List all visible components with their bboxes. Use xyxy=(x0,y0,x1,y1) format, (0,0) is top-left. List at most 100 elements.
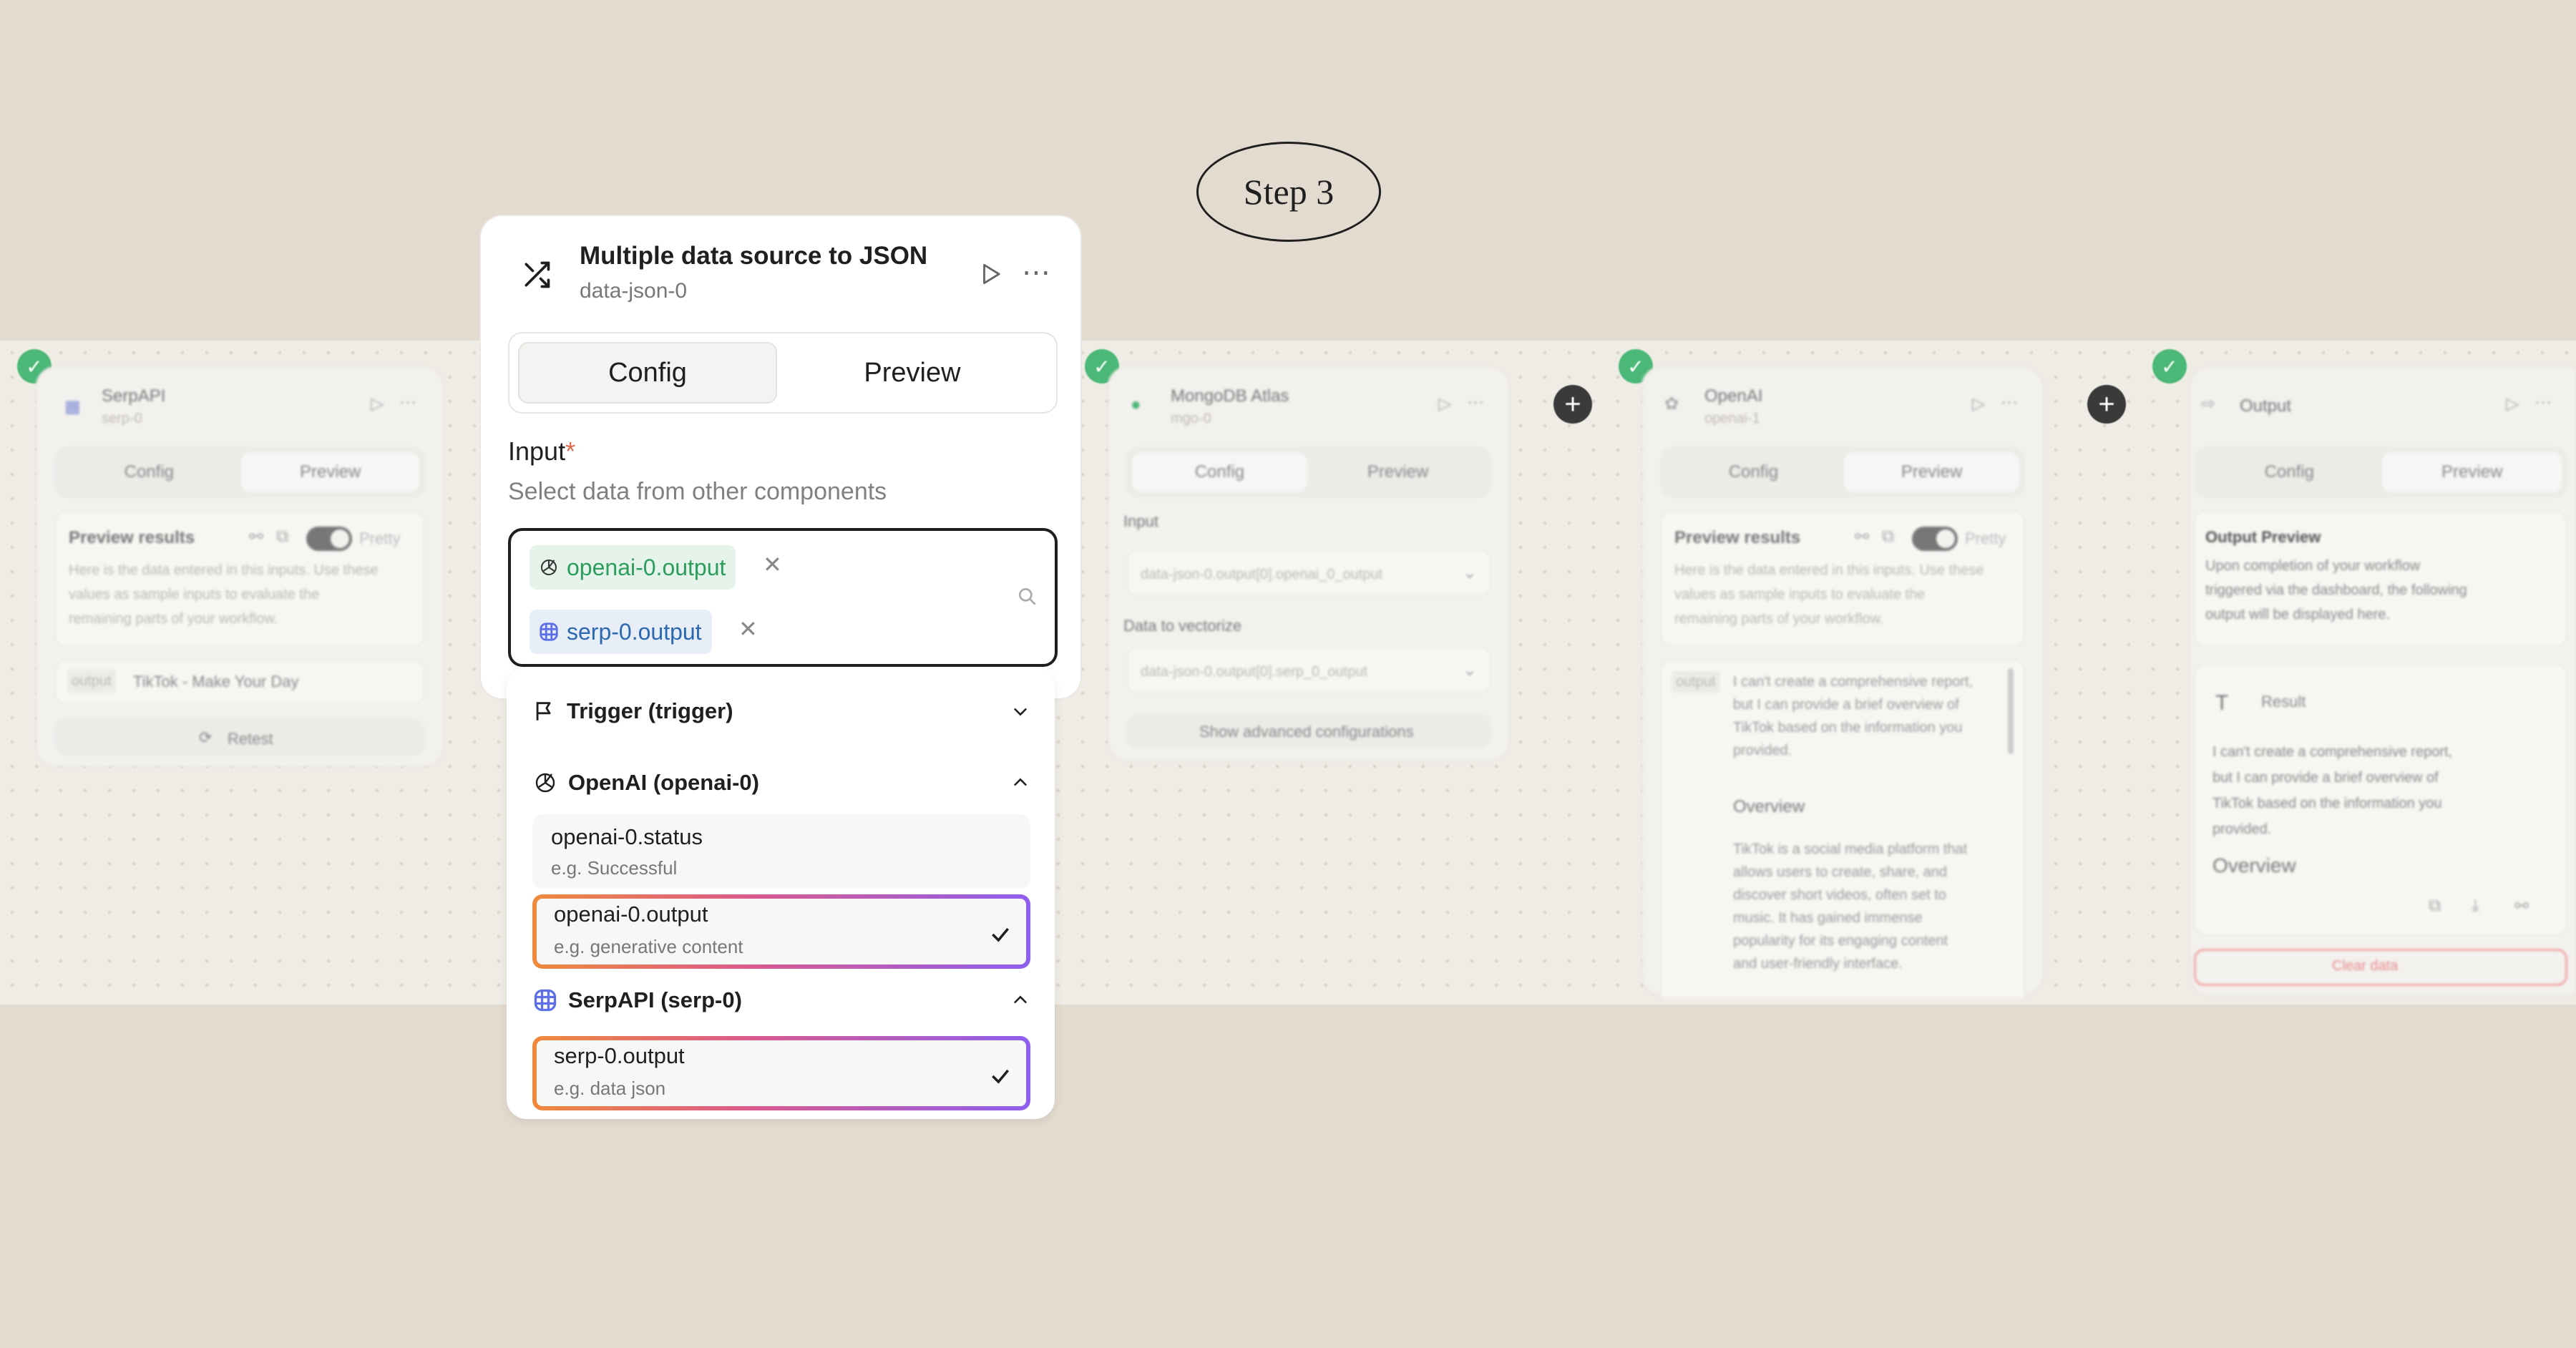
output-node[interactable]: ⇨ Output ▷ ⋯ Config Preview Output Previ… xyxy=(2190,366,2576,996)
remove-chip-icon[interactable]: ✕ xyxy=(738,615,758,643)
result-line: provided. xyxy=(2212,821,2272,837)
chevron-down-icon: ⌄ xyxy=(1462,660,1477,680)
tab-config[interactable]: Config xyxy=(60,452,238,492)
flag-icon xyxy=(532,699,557,723)
tab-config[interactable]: Config xyxy=(1666,452,1841,492)
node-id: serp-0 xyxy=(102,411,142,426)
input-value: data-json-0.output[0].openai_0_output xyxy=(1141,567,1383,582)
group-openai[interactable]: OpenAI (openai-0) xyxy=(532,761,759,804)
shuffle-icon xyxy=(525,261,550,288)
copy-icon[interactable]: ⧉ xyxy=(2429,896,2441,916)
play-icon[interactable] xyxy=(977,260,1005,288)
tab-config[interactable]: Config xyxy=(518,342,777,404)
group-trigger[interactable]: Trigger (trigger) xyxy=(532,690,733,733)
add-node-button[interactable]: + xyxy=(2087,385,2126,424)
more-icon[interactable]: ⋯ xyxy=(399,392,416,413)
pretty-label: Pretty xyxy=(359,529,401,547)
pretty-toggle[interactable] xyxy=(1912,527,1958,551)
group-serpapi[interactable]: SerpAPI (serp-0) xyxy=(532,979,742,1022)
preview-desc: output will be displayed here. xyxy=(2205,607,2390,622)
tab-preview[interactable]: Preview xyxy=(241,452,419,492)
more-icon[interactable]: ⋯ xyxy=(2534,392,2552,413)
advanced-button[interactable]: Show advanced configurations xyxy=(1126,714,1491,748)
output-line: TikTok based on the information you xyxy=(1733,720,1963,736)
option-example: e.g. generative content xyxy=(554,936,743,957)
openai-icon xyxy=(538,557,560,578)
option-openai-status[interactable]: openai-0.status e.g. Successful xyxy=(532,814,1030,889)
result-box: T Result I can't create a comprehensive … xyxy=(2194,664,2567,936)
result-label: Result xyxy=(2261,693,2306,710)
download-icon[interactable]: ⤓ xyxy=(2472,896,2479,916)
selected-chip: openai-0.output xyxy=(530,545,736,590)
overview-line: and user-friendly interface. xyxy=(1733,956,1903,972)
openai-node[interactable]: ✿ OpenAI openai-1 ▷ ⋯ Config Preview Pre… xyxy=(1641,366,2044,997)
tab-preview[interactable]: Preview xyxy=(1844,452,2019,492)
chevron-down-icon: ⌄ xyxy=(1462,563,1477,582)
node-tabs: Config Preview xyxy=(2194,446,2567,498)
tab-config[interactable]: Config xyxy=(1132,452,1307,492)
preview-box: Preview results ⚯ ⧉ Pretty Here is the d… xyxy=(54,511,425,647)
serp-node[interactable]: ▦ SerpAPI serp-0 ▷ ⋯ Config Preview Prev… xyxy=(36,366,444,767)
serpapi-icon: ▦ xyxy=(64,397,81,416)
add-node-button[interactable]: + xyxy=(1553,385,1592,424)
option-title: openai-0.output xyxy=(554,902,708,927)
play-icon[interactable]: ▷ xyxy=(1438,394,1451,414)
option-serp-output[interactable]: serp-0.output e.g. data json xyxy=(532,1036,1030,1110)
clear-data-button[interactable]: Clear data xyxy=(2194,949,2567,986)
copy-icon[interactable]: ⧉ xyxy=(1882,527,1894,547)
panel-title: Multiple data source to JSON xyxy=(580,242,928,270)
link-icon[interactable]: ⚯ xyxy=(249,527,263,547)
option-example: e.g. data json xyxy=(554,1078,666,1099)
play-icon[interactable]: ▷ xyxy=(2506,394,2519,414)
tab-config[interactable]: Config xyxy=(2200,452,2379,492)
input-label: Input* xyxy=(508,436,575,467)
more-icon[interactable]: ⋯ xyxy=(1022,256,1050,289)
preview-title: Preview results xyxy=(69,528,195,547)
preview-box: Preview results ⚯ ⧉ Pretty Here is the d… xyxy=(1660,511,2025,647)
chevron-up-icon[interactable] xyxy=(1010,773,1030,793)
remove-chip-icon[interactable]: ✕ xyxy=(763,551,782,578)
input-select[interactable]: data-json-0.output[0].openai_0_output ⌄ xyxy=(1126,550,1491,597)
chip-label: serp-0.output xyxy=(567,618,702,645)
preview-desc: triggered via the dashboard, the followi… xyxy=(2205,582,2467,598)
overview-heading: Overview xyxy=(2212,854,2296,876)
result-line: but I can provide a brief overview of xyxy=(2212,770,2439,786)
tab-preview[interactable]: Preview xyxy=(1310,452,1485,492)
vector-select[interactable]: data-json-0.output[0].serp_0_output ⌄ xyxy=(1126,647,1491,694)
input-multiselect[interactable]: openai-0.output ✕ serp-0.output ✕ xyxy=(508,528,1058,667)
overview-line: music. It has gained immense xyxy=(1733,910,1923,926)
scrollbar[interactable] xyxy=(2008,668,2014,754)
link-icon[interactable]: ⚯ xyxy=(2514,896,2529,917)
chevron-down-icon[interactable] xyxy=(1010,701,1030,721)
node-id: mgo-0 xyxy=(1171,411,1211,426)
overview-heading: Overview xyxy=(1733,797,1805,816)
serpapi-icon xyxy=(532,987,558,1013)
tab-preview[interactable]: Preview xyxy=(783,342,1042,404)
node-tabs: Config Preview xyxy=(1126,446,1491,498)
more-icon[interactable]: ⋯ xyxy=(1467,392,1484,413)
play-icon[interactable]: ▷ xyxy=(371,394,384,414)
vector-label: Data to vectorize xyxy=(1123,617,1242,635)
chip-label: openai-0.output xyxy=(567,554,726,580)
clear-label: Clear data xyxy=(2332,958,2399,974)
link-icon[interactable]: ⚯ xyxy=(1855,527,1869,547)
option-openai-output[interactable]: openai-0.output e.g. generative content xyxy=(532,894,1030,969)
node-title: SerpAPI xyxy=(102,386,166,406)
copy-icon[interactable]: ⧉ xyxy=(276,527,288,547)
input-hint: Select data from other components xyxy=(508,478,887,505)
overview-line: allows users to create, share, and xyxy=(1733,864,1948,880)
required-mark: * xyxy=(565,436,576,466)
pretty-toggle[interactable] xyxy=(306,527,352,551)
play-icon[interactable]: ▷ xyxy=(1972,394,1985,414)
node-title: Output xyxy=(2240,396,2292,416)
more-icon[interactable]: ⋯ xyxy=(2001,392,2018,413)
chevron-up-icon[interactable] xyxy=(1010,990,1030,1010)
group-label: OpenAI (openai-0) xyxy=(568,770,759,795)
mongo-node[interactable]: ● MongoDB Atlas mgo-0 ▷ ⋯ Config Preview… xyxy=(1108,366,1510,761)
data-json-node-panel[interactable]: Multiple data source to JSON data-json-0… xyxy=(479,215,1082,700)
group-label: SerpAPI (serp-0) xyxy=(568,987,742,1012)
retest-button[interactable]: ⟳ Retest xyxy=(54,718,425,756)
tab-preview[interactable]: Preview xyxy=(2382,452,2562,492)
serpapi-icon xyxy=(538,621,560,643)
result-line: TikTok based on the information you xyxy=(2212,796,2442,811)
